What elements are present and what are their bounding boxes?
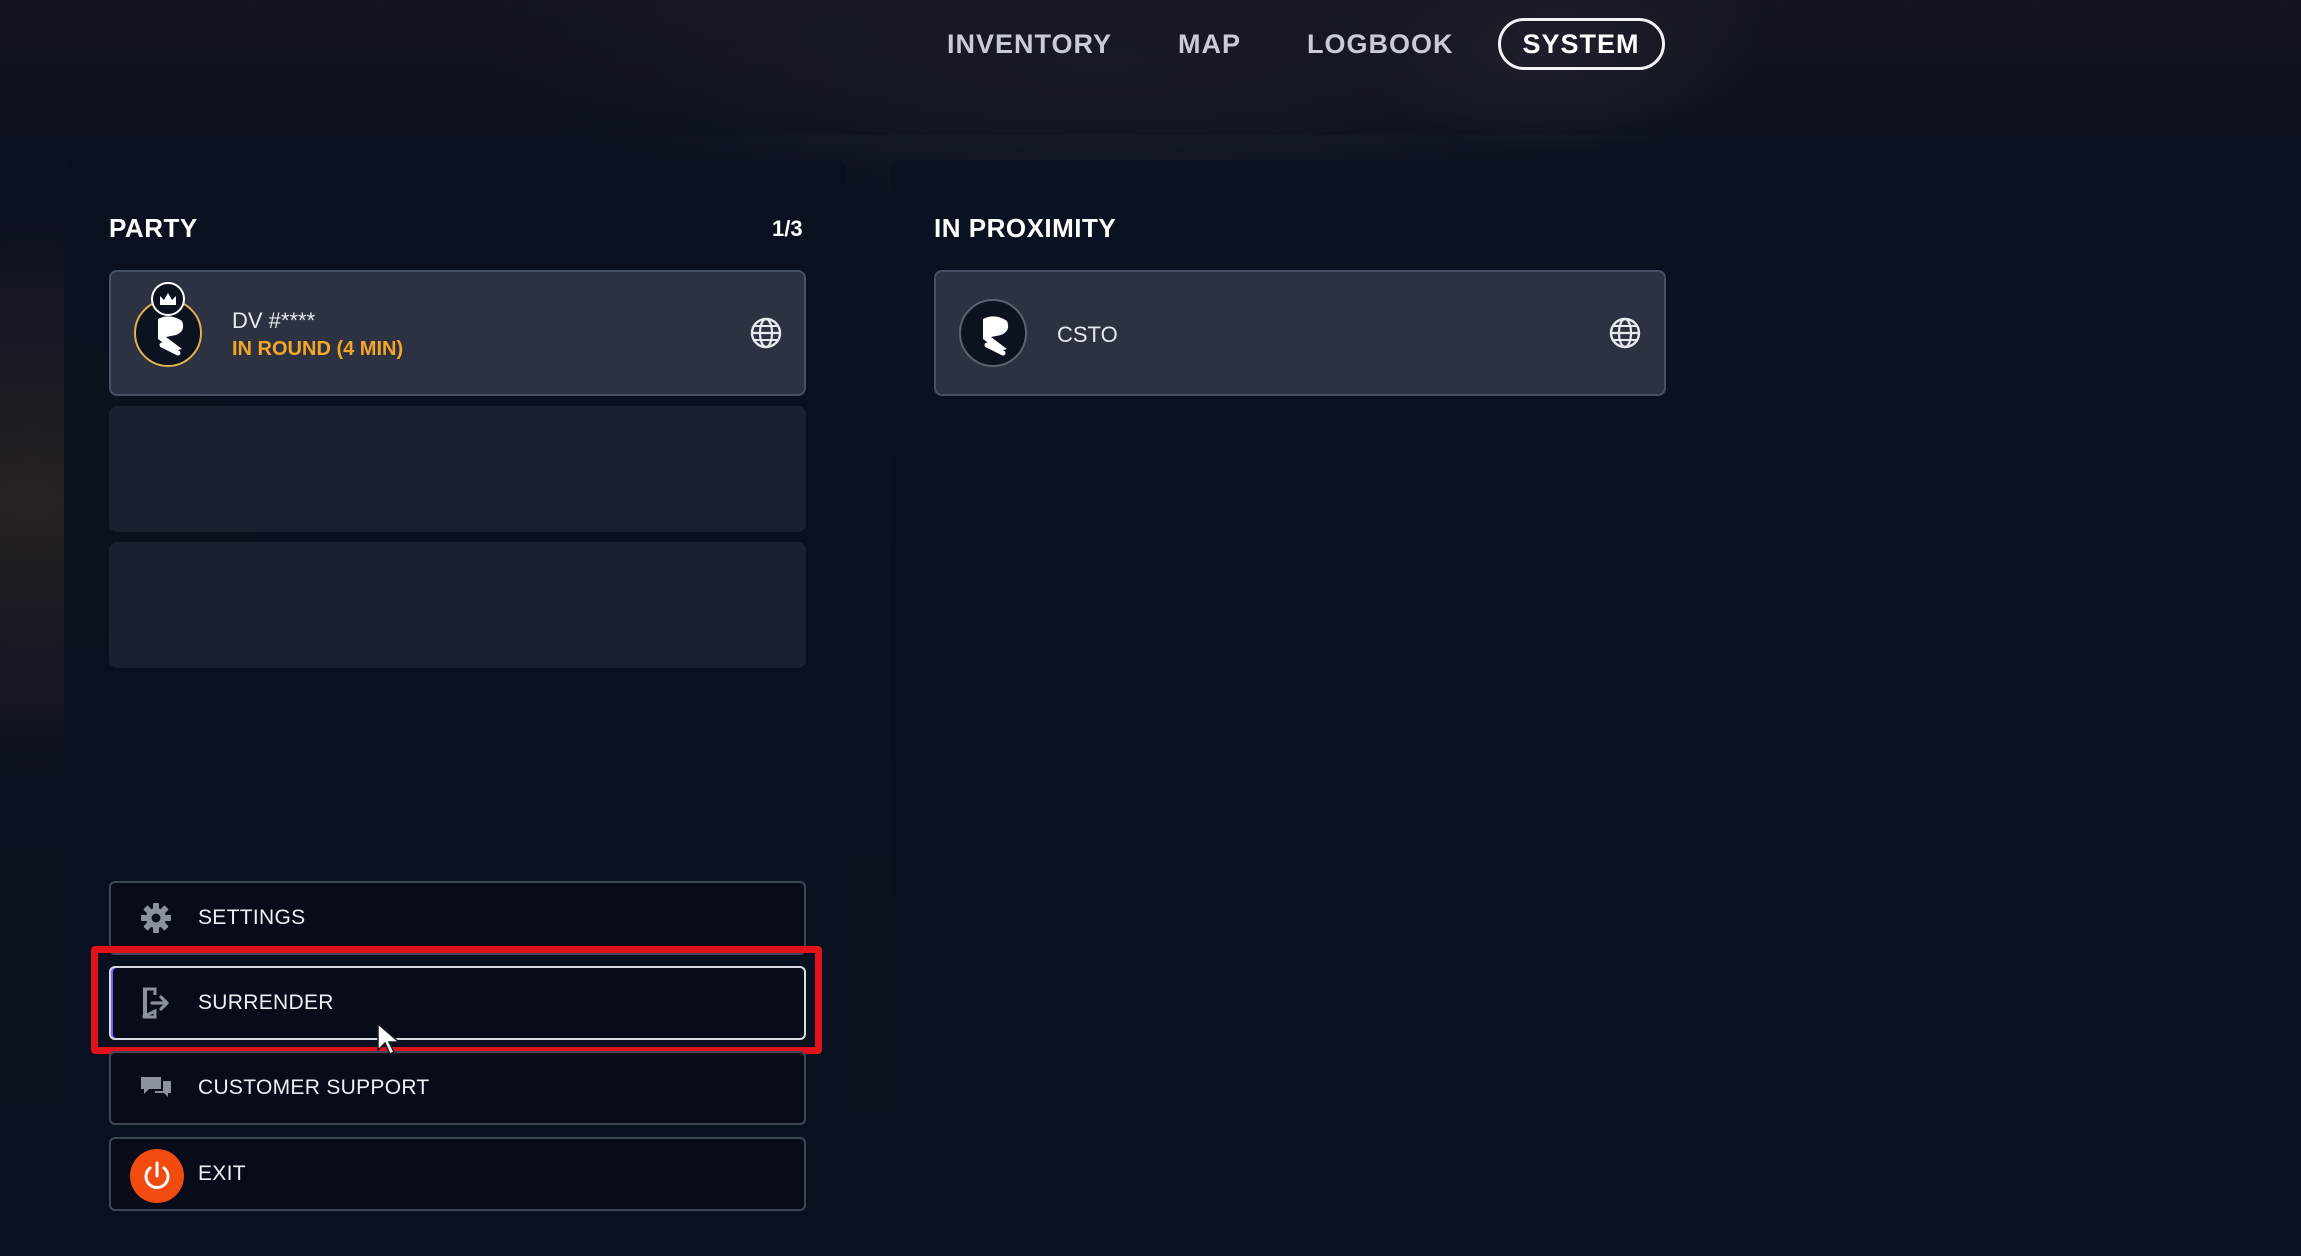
player-name: DV #**** bbox=[232, 308, 316, 333]
proximity-title: IN PROXIMITY bbox=[934, 213, 1117, 243]
settings-label: SETTINGS bbox=[198, 906, 306, 929]
mouse-cursor-icon bbox=[377, 1022, 402, 1056]
globe-icon[interactable] bbox=[1608, 316, 1642, 350]
tab-logbook[interactable]: LOGBOOK bbox=[1285, 18, 1476, 70]
avatar bbox=[959, 299, 1027, 367]
party-count: 1/3 bbox=[772, 216, 803, 241]
power-icon-bg bbox=[130, 1149, 184, 1203]
exit-button[interactable]: EXIT bbox=[109, 1137, 806, 1211]
main-nav: INVENTORY MAP LOGBOOK SYSTEM bbox=[925, 18, 1687, 70]
settings-button[interactable]: SETTINGS bbox=[109, 881, 806, 955]
party-title: PARTY bbox=[109, 213, 198, 243]
customer-support-button[interactable]: CUSTOMER SUPPORT bbox=[109, 1051, 806, 1125]
power-icon bbox=[144, 1161, 170, 1189]
player-name: CSTO bbox=[1057, 322, 1118, 347]
exit-label: EXIT bbox=[198, 1162, 246, 1185]
empty-party-slot[interactable] bbox=[109, 406, 806, 532]
tab-inventory[interactable]: INVENTORY bbox=[925, 18, 1134, 70]
globe-icon[interactable] bbox=[749, 316, 783, 350]
player-status: IN ROUND (4 MIN) bbox=[232, 338, 404, 360]
tab-map[interactable]: MAP bbox=[1156, 18, 1263, 70]
party-member-card[interactable]: DV #**** IN ROUND (4 MIN) bbox=[109, 270, 806, 396]
tab-system[interactable]: SYSTEM bbox=[1497, 18, 1665, 70]
customer-support-label: CUSTOMER SUPPORT bbox=[198, 1076, 430, 1099]
logo-icon bbox=[983, 316, 1009, 356]
proximity-player-card[interactable]: CSTO bbox=[934, 270, 1666, 396]
selection-highlight bbox=[91, 946, 822, 1054]
empty-party-slot[interactable] bbox=[109, 542, 806, 668]
crown-icon bbox=[151, 282, 185, 316]
chat-bubbles-icon bbox=[141, 1077, 171, 1097]
gear-icon bbox=[141, 903, 171, 933]
